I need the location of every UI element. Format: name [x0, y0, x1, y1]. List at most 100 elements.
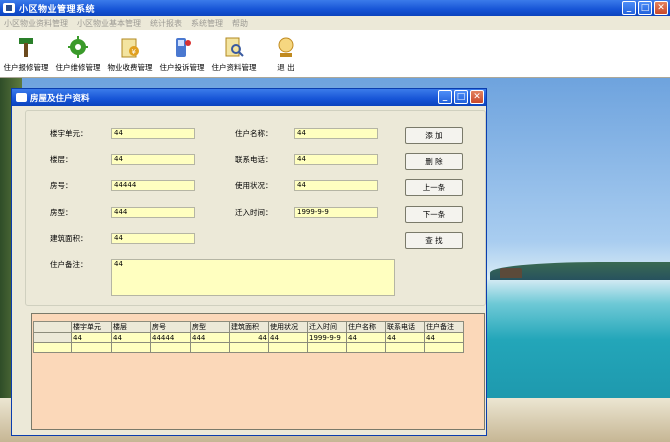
phone-field[interactable]: 44 — [294, 154, 378, 165]
app-title: 小区物业管理系统 — [19, 4, 96, 15]
money-icon: ¥ — [119, 35, 141, 59]
menu-item-system[interactable]: 系统管理 — [191, 18, 223, 29]
child-title: 房屋及住户资料 — [30, 93, 90, 104]
toolbar: 住户报修管理 住户维修管理 ¥ 物业收费管理 住户投诉管理 住户资料管理 退 出 — [0, 30, 670, 78]
toolbar-label: 住户维修管理 — [55, 63, 101, 72]
room-field[interactable]: 44444 — [111, 180, 195, 191]
movein-field[interactable]: 1999-9-9 — [294, 207, 378, 218]
owner-field[interactable]: 44 — [294, 128, 378, 139]
type-field[interactable]: 444 — [111, 207, 195, 218]
table-cell[interactable]: 44 — [385, 332, 425, 343]
menu-item-help[interactable]: 帮助 — [232, 18, 248, 29]
table-cell[interactable] — [268, 342, 308, 353]
toolbar-maintenance-button[interactable]: 住户维修管理 — [52, 30, 104, 78]
movein-label: 迁入时间： — [235, 208, 273, 217]
type-label: 房型： — [50, 208, 73, 217]
record-form: 楼宇单元： 44 楼层： 44 房号： 44444 房型： 444 建筑面积： … — [25, 110, 486, 306]
close-button[interactable]: ✕ — [654, 1, 668, 15]
toolbar-complaint-button[interactable]: 住户投诉管理 — [156, 30, 208, 78]
table-cell[interactable] — [385, 342, 425, 353]
toolbar-exit-button[interactable]: 退 出 — [260, 30, 312, 78]
child-maximize-button[interactable]: □ — [454, 90, 468, 104]
table-header-row: 楼宇单元 楼层 房号 房型 建筑面积 使用状况 迁入时间 住户名称 联系电话 住… — [33, 321, 464, 333]
table-cell[interactable] — [111, 342, 151, 353]
table-cell[interactable]: 44 — [229, 332, 269, 343]
child-minimize-button[interactable]: _ — [438, 90, 452, 104]
table-row[interactable]: 44 44 44444 444 44 44 1999-9-9 44 44 44 — [33, 332, 464, 343]
menu-bar: 小区物业资料管理 小区物业基本管理 统计报表 系统管理 帮助 — [0, 16, 670, 30]
column-header[interactable]: 联系电话 — [385, 321, 425, 333]
maximize-button[interactable]: □ — [638, 1, 652, 15]
table-cell[interactable] — [190, 342, 230, 353]
hut-decoration — [500, 268, 522, 278]
table-cell[interactable] — [229, 342, 269, 353]
table-cell[interactable]: 44 — [346, 332, 386, 343]
toolbar-label: 物业收费管理 — [107, 63, 153, 72]
table-cell[interactable]: 44 — [71, 332, 112, 343]
records-grid-panel: 楼宇单元 楼层 房号 房型 建筑面积 使用状况 迁入时间 住户名称 联系电话 住… — [31, 313, 485, 430]
column-header[interactable]: 住户备注 — [424, 321, 464, 333]
app-icon — [3, 3, 15, 13]
toolbar-label: 退 出 — [277, 63, 295, 72]
housing-resident-window: 房屋及住户资料 _ □ ✕ 楼宇单元： 44 楼层： 44 房号： 44444 … — [11, 88, 487, 436]
column-header[interactable]: 迁入时间 — [307, 321, 347, 333]
menu-item-reports[interactable]: 统计报表 — [150, 18, 182, 29]
toolbar-label: 住户报修管理 — [3, 63, 49, 72]
table-cell[interactable] — [346, 342, 386, 353]
menu-item-basic-management[interactable]: 小区物业基本管理 — [77, 18, 141, 29]
column-header[interactable]: 建筑面积 — [229, 321, 269, 333]
table-cell[interactable] — [150, 342, 191, 353]
toolbar-fee-button[interactable]: ¥ 物业收费管理 — [104, 30, 156, 78]
note-field[interactable]: 44 — [111, 259, 395, 296]
delete-button[interactable]: 删 除 — [405, 153, 463, 170]
status-field[interactable]: 44 — [294, 180, 378, 191]
table-cell[interactable]: 44 — [111, 332, 151, 343]
phone-label: 联系电话： — [235, 155, 273, 164]
table-cell[interactable] — [307, 342, 347, 353]
table-cell[interactable]: 44 — [424, 332, 464, 343]
prev-record-button[interactable]: 上一条 — [405, 179, 463, 196]
toolbar-label: 住户投诉管理 — [159, 63, 205, 72]
room-label: 房号： — [50, 181, 73, 190]
records-table[interactable]: 楼宇单元 楼层 房号 房型 建筑面积 使用状况 迁入时间 住户名称 联系电话 住… — [33, 321, 464, 353]
gear-icon — [67, 35, 89, 59]
building-unit-field[interactable]: 44 — [111, 128, 195, 139]
area-label: 建筑面积： — [50, 234, 88, 243]
next-record-button[interactable]: 下一条 — [405, 206, 463, 223]
table-cell[interactable]: 44 — [268, 332, 308, 343]
column-header[interactable]: 住户名称 — [346, 321, 386, 333]
child-window-controls: _ □ ✕ — [438, 90, 484, 104]
table-cell[interactable]: 444 — [190, 332, 230, 343]
toolbar-resident-data-button[interactable]: 住户资料管理 — [208, 30, 260, 78]
table-cell[interactable]: 44444 — [150, 332, 191, 343]
owner-label: 住户名称： — [235, 129, 273, 138]
column-header[interactable]: 楼层 — [111, 321, 151, 333]
note-label: 住户备注： — [50, 260, 88, 269]
app-titlebar: 小区物业管理系统 _ □ ✕ — [0, 0, 670, 16]
menu-item-data-management[interactable]: 小区物业资料管理 — [4, 18, 68, 29]
child-close-button[interactable]: ✕ — [470, 90, 484, 104]
phone-icon — [171, 35, 193, 59]
status-label: 使用状况： — [235, 181, 273, 190]
area-field[interactable]: 44 — [111, 233, 195, 244]
column-header[interactable]: 楼宇单元 — [71, 321, 112, 333]
svg-text:¥: ¥ — [132, 48, 137, 56]
floor-field[interactable]: 44 — [111, 154, 195, 165]
find-button[interactable]: 查 找 — [405, 232, 463, 249]
table-cell[interactable] — [424, 342, 464, 353]
table-cell[interactable]: 1999-9-9 — [307, 332, 347, 343]
building-unit-label: 楼宇单元： — [50, 129, 88, 138]
column-header[interactable]: 使用状况 — [268, 321, 308, 333]
child-titlebar: 房屋及住户资料 _ □ ✕ — [12, 89, 486, 106]
column-header[interactable]: 房型 — [190, 321, 230, 333]
table-row-empty[interactable] — [33, 342, 464, 353]
minimize-button[interactable]: _ — [622, 1, 636, 15]
column-header[interactable]: 房号 — [150, 321, 191, 333]
table-cell[interactable] — [71, 342, 112, 353]
add-button[interactable]: 添 加 — [405, 127, 463, 144]
toolbar-label: 住户资料管理 — [211, 63, 257, 72]
row-indicator — [33, 342, 72, 353]
toolbar-repair-report-button[interactable]: 住户报修管理 — [0, 30, 52, 78]
window-icon — [16, 93, 27, 102]
window-controls: _ □ ✕ — [622, 1, 668, 15]
